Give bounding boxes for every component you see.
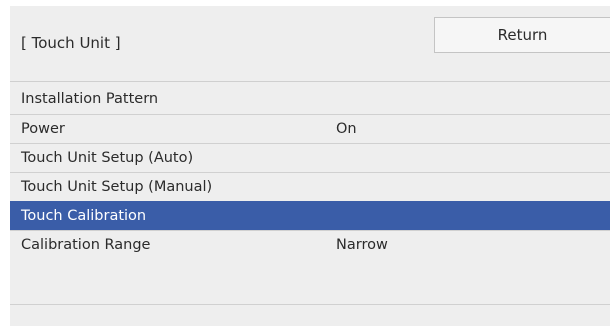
return-button[interactable]: Return bbox=[434, 17, 610, 53]
menu-header: [ Touch Unit ] Return bbox=[10, 6, 610, 82]
menu-item-touch-unit-setup-manual[interactable]: Touch Unit Setup (Manual) bbox=[10, 172, 610, 201]
menu-item-label: Calibration Range bbox=[21, 237, 151, 253]
menu-list: Installation Pattern Power On Touch Unit… bbox=[10, 85, 610, 259]
menu-item-installation-pattern[interactable]: Installation Pattern bbox=[10, 85, 610, 114]
menu-footer bbox=[10, 304, 610, 326]
menu-item-label: Touch Calibration bbox=[21, 208, 147, 224]
menu-item-calibration-range[interactable]: Calibration Range Narrow bbox=[10, 230, 610, 259]
menu-item-power[interactable]: Power On bbox=[10, 114, 610, 143]
menu-item-label: Power bbox=[21, 121, 65, 137]
menu-item-label: Touch Unit Setup (Manual) bbox=[21, 179, 213, 195]
menu-item-value: Narrow bbox=[336, 237, 388, 253]
menu-item-label: Installation Pattern bbox=[21, 91, 159, 107]
menu-item-touch-unit-setup-auto[interactable]: Touch Unit Setup (Auto) bbox=[10, 143, 610, 172]
menu-item-touch-calibration[interactable]: Touch Calibration bbox=[10, 201, 610, 230]
menu-item-value: On bbox=[336, 121, 357, 137]
menu-title: [ Touch Unit ] bbox=[21, 34, 121, 52]
touch-unit-menu-panel: [ Touch Unit ] Return Installation Patte… bbox=[10, 6, 610, 326]
menu-item-label: Touch Unit Setup (Auto) bbox=[21, 150, 194, 166]
